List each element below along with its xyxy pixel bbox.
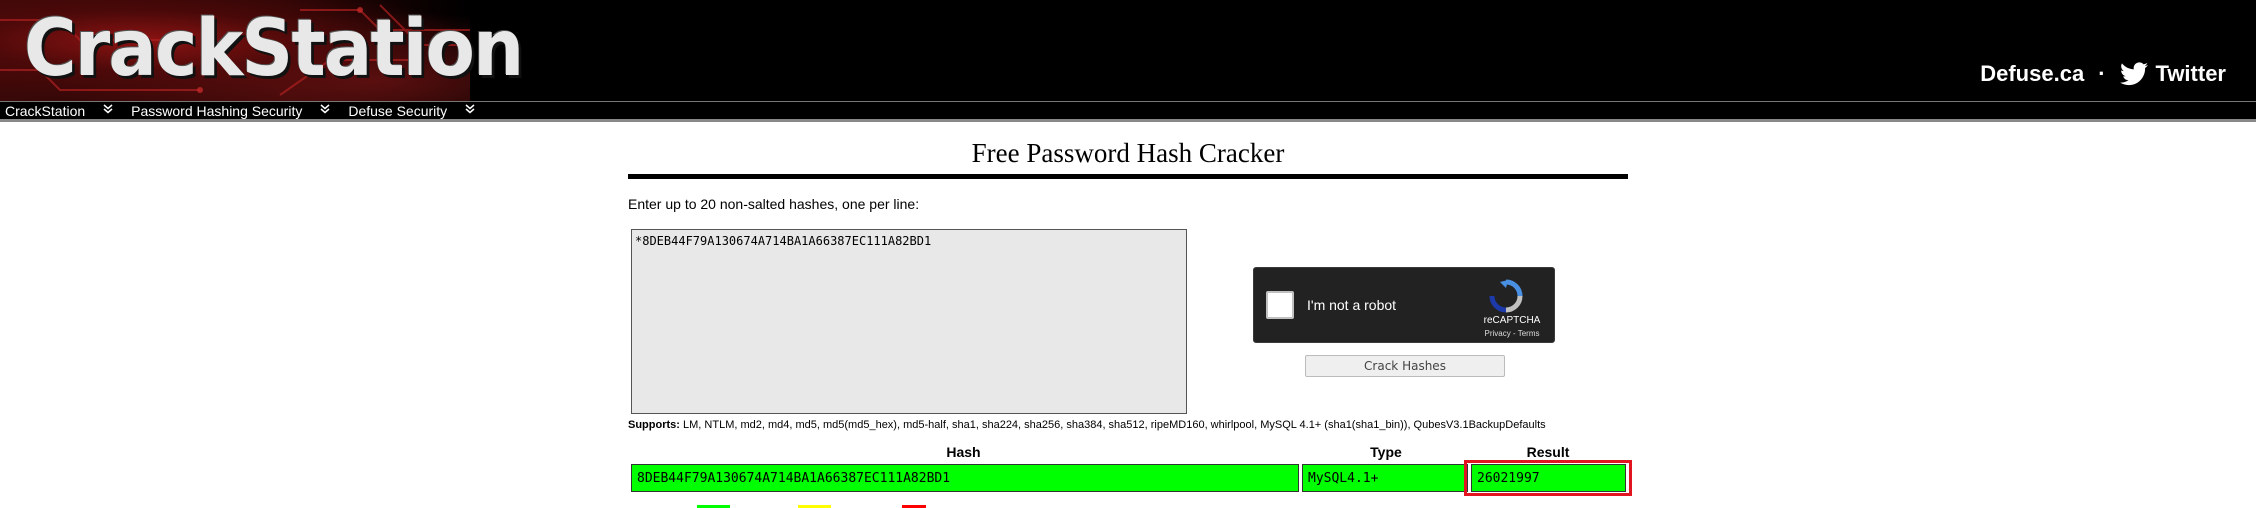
column-header-type: Type: [1370, 444, 1402, 460]
site-header: CrackStation Defuse.ca · Twitter: [0, 0, 2256, 101]
supported-hash-types: Supports: LM, NTLM, md2, md4, md5, md5(m…: [628, 419, 1546, 431]
title-divider: [628, 174, 1628, 179]
nav-item-password-hashing-security[interactable]: Password Hashing Security: [126, 103, 343, 119]
result-hash-cell: 8DEB44F79A130674A714BA1A66387EC111A82BD1: [631, 464, 1299, 492]
recaptcha-widget: I'm not a robot reCAPTCHA Privacy - Term…: [1253, 267, 1555, 343]
instruction-text: Enter up to 20 non-salted hashes, one pe…: [628, 196, 920, 212]
crack-hashes-button[interactable]: Crack Hashes: [1305, 355, 1505, 377]
crackstation-logo[interactable]: CrackStation: [24, 4, 524, 94]
column-header-hash: Hash: [946, 444, 981, 460]
result-highlight-box: [1464, 460, 1632, 496]
recaptcha-checkbox[interactable]: [1266, 291, 1294, 319]
twitter-bird-icon: [2119, 62, 2148, 86]
main-nav: CrackStation Password Hashing Security D…: [0, 101, 2256, 122]
twitter-label: Twitter: [2155, 61, 2226, 86]
recaptcha-privacy-terms[interactable]: Privacy - Terms: [1482, 329, 1542, 338]
nav-label: CrackStation: [5, 102, 86, 119]
recaptcha-logo-icon: [1486, 278, 1526, 319]
page-title: Free Password Hash Cracker: [971, 138, 1285, 168]
hash-input[interactable]: *8DEB44F79A130674A714BA1A66387EC111A82BD…: [631, 229, 1187, 414]
defuse-link[interactable]: Defuse.ca: [1980, 61, 2084, 87]
nav-item-crackstation[interactable]: CrackStation: [0, 103, 126, 119]
chevron-down-icon[interactable]: [465, 104, 475, 117]
chevron-down-icon[interactable]: [320, 104, 330, 117]
chevron-down-icon[interactable]: [103, 104, 113, 117]
result-type-cell: MySQL4.1+: [1302, 464, 1468, 492]
supports-list: LM, NTLM, md2, md4, md5, md5(md5_hex), m…: [683, 419, 1546, 431]
nav-label: Password Hashing Security: [131, 102, 303, 119]
recaptcha-label: I'm not a robot: [1307, 297, 1397, 313]
separator-dot: ·: [2098, 61, 2106, 86]
nav-label: Defuse Security: [348, 102, 448, 119]
recaptcha-brand: reCAPTCHA: [1483, 315, 1541, 326]
header-links: Defuse.ca · Twitter: [1980, 58, 2226, 90]
nav-item-defuse-security[interactable]: Defuse Security: [343, 103, 488, 119]
supports-label: Supports:: [628, 419, 680, 431]
twitter-link[interactable]: Twitter: [2119, 61, 2226, 87]
column-header-result: Result: [1526, 444, 1570, 460]
